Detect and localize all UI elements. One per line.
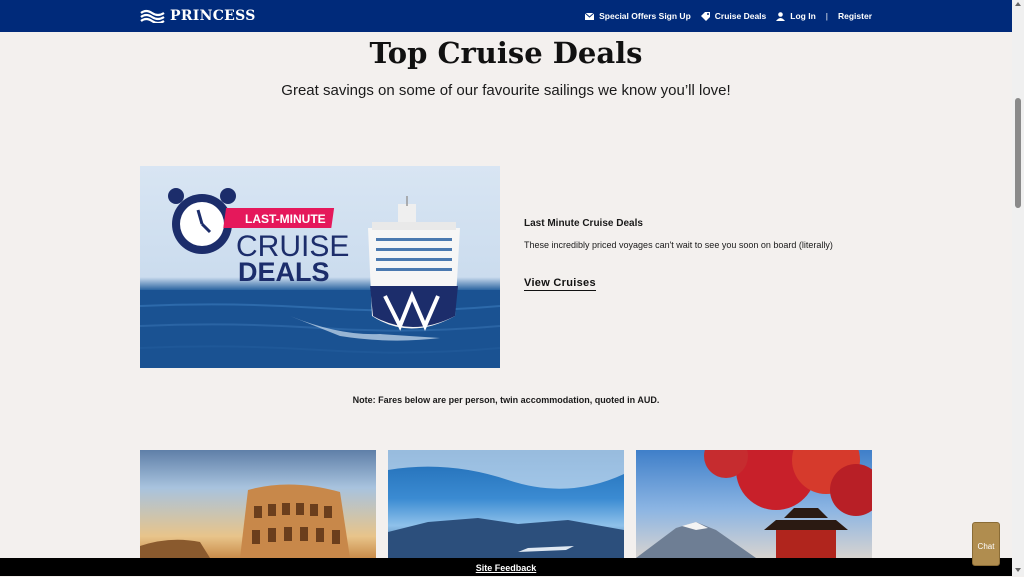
page-title: Top Cruise Deals: [369, 36, 643, 70]
special-offers-link[interactable]: Special Offers Sign Up: [585, 11, 691, 21]
login-label: Log In: [790, 11, 816, 21]
seawitch-logo-icon: [140, 9, 165, 23]
destination-card-japan[interactable]: [636, 450, 872, 558]
special-offers-label: Special Offers Sign Up: [599, 11, 691, 21]
top-nav-bar: PRINCESS Special Offers Sign Up Cruise D…: [0, 0, 1012, 32]
envelope-icon: [585, 12, 595, 20]
chat-button[interactable]: Chat: [972, 522, 1000, 566]
deal-info: Last Minute Cruise Deals These incredibl…: [524, 218, 884, 250]
header-nav: Special Offers Sign Up Cruise Deals Log …: [585, 0, 872, 32]
banner-last-minute-text: LAST-MINUTE: [245, 212, 326, 226]
fares-note: Note: Fares below are per person, twin a…: [352, 395, 660, 405]
last-minute-deals-banner-image[interactable]: LAST-MINUTE CRUISE DEALS: [140, 166, 500, 368]
cruise-ship-illustration: LAST-MINUTE CRUISE DEALS: [140, 188, 500, 368]
deal-title: Last Minute Cruise Deals: [524, 218, 643, 229]
princess-logo[interactable]: PRINCESS: [140, 7, 256, 25]
deal-description: These incredibly priced voyages can't wa…: [524, 240, 833, 250]
destination-card-colosseum[interactable]: [140, 450, 376, 558]
nav-separator: |: [825, 11, 828, 21]
cruise-deals-label: Cruise Deals: [714, 11, 767, 21]
user-icon: [776, 11, 786, 21]
chat-label: Chat: [977, 542, 995, 551]
cruise-deals-link[interactable]: Cruise Deals: [700, 11, 767, 21]
scroll-down-arrow-icon[interactable]: [1015, 568, 1021, 572]
mountain-lake-image: [388, 450, 624, 558]
view-cruises-link[interactable]: View Cruises: [524, 277, 596, 291]
vertical-scrollbar[interactable]: [1012, 0, 1024, 576]
site-feedback-link[interactable]: Site Feedback: [476, 563, 537, 573]
register-label: Register: [837, 11, 872, 21]
logo-text: PRINCESS: [170, 8, 256, 24]
page-subtitle: Great savings on some of our favourite s…: [281, 82, 731, 99]
destination-card-mountain[interactable]: [388, 450, 624, 558]
login-link[interactable]: Log In: [776, 11, 816, 21]
scroll-thumb[interactable]: [1015, 98, 1021, 208]
colosseum-image: [140, 484, 350, 558]
mount-fuji-pagoda-image: [636, 450, 872, 558]
tag-icon: [700, 11, 710, 21]
banner-deals-text: DEALS: [238, 257, 330, 287]
scroll-up-arrow-icon[interactable]: [1015, 2, 1021, 6]
site-feedback-bar: Site Feedback: [0, 558, 1012, 576]
register-link[interactable]: Register: [838, 11, 872, 21]
